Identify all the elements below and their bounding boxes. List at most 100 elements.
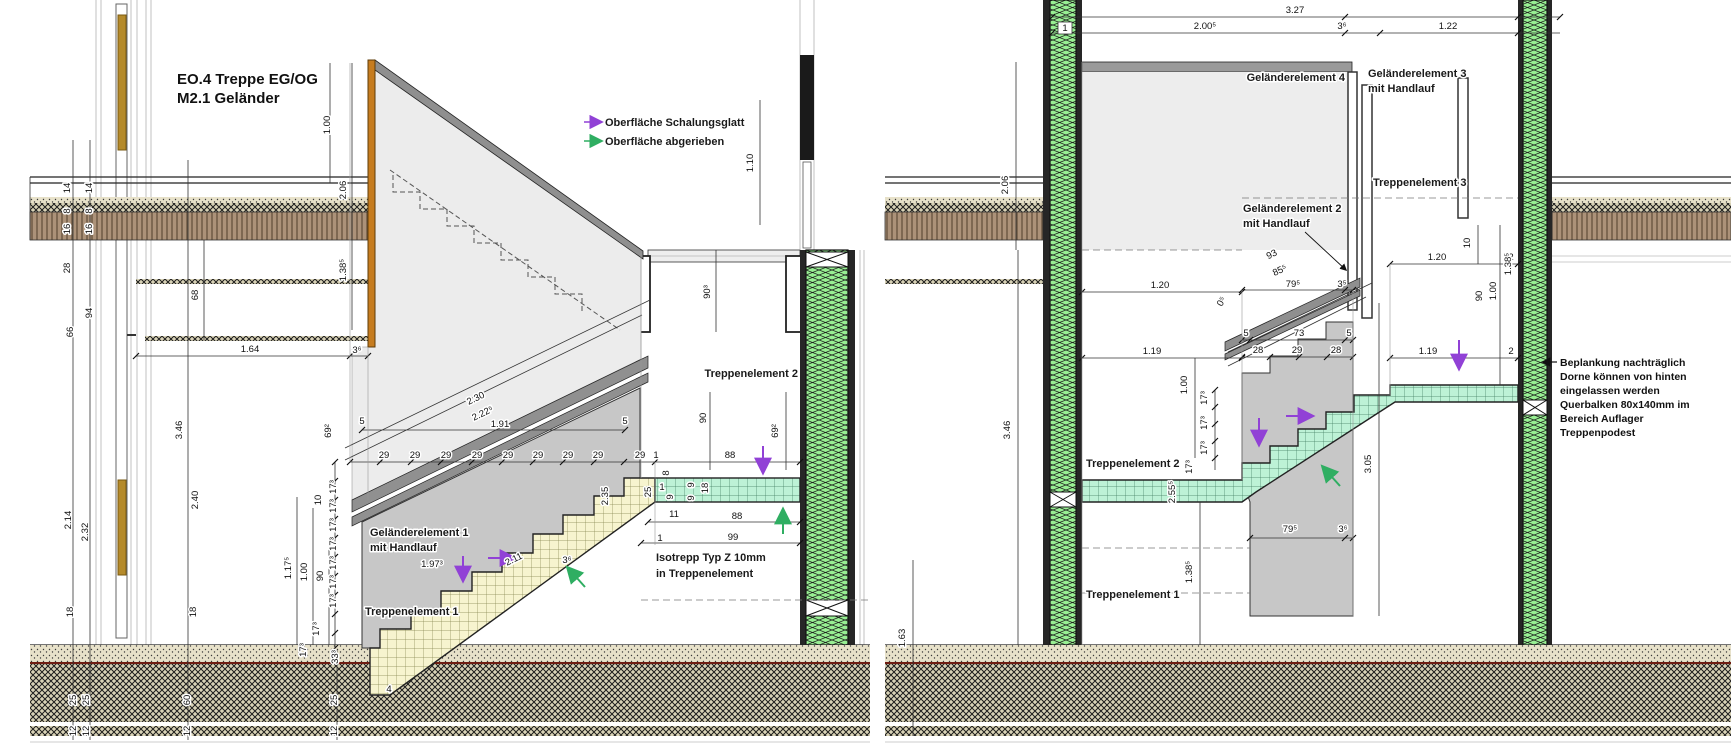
dim-label: 16 xyxy=(62,224,73,235)
dim-label: 3⁶ xyxy=(1338,524,1347,535)
dim-label: 2.14 xyxy=(63,511,74,530)
dim-label: 2.32 xyxy=(80,523,91,542)
dim-label: 1.91 xyxy=(491,419,510,430)
dim-label: 25 xyxy=(68,695,79,706)
dim-label: 1.19 xyxy=(1419,346,1438,357)
dim-label: 2.00⁵ xyxy=(1194,21,1216,32)
dim-label: 17³ xyxy=(1199,441,1210,455)
dim-label: 8 xyxy=(84,208,95,213)
right-section-view: Geländerelement 4 Geländerelement 3 mit … xyxy=(885,0,1731,742)
label-gelaenderelement1: Geländerelement 1 xyxy=(370,527,468,539)
dim-label: 8 xyxy=(661,470,672,475)
dim-label: 9 xyxy=(686,495,697,500)
drawing-title-line1: EO.4 Treppe EG/OG xyxy=(177,71,318,88)
dim-label: 5 xyxy=(622,416,627,427)
label-treppenelement3: Treppenelement 3 xyxy=(1373,177,1467,189)
dim-label: 5 xyxy=(1346,328,1351,339)
dim-label: 9 xyxy=(686,482,697,487)
label-gelaenderelement2: Geländerelement 2 xyxy=(1243,203,1341,215)
dim-label: 29 xyxy=(635,450,646,461)
dim-label: 14 xyxy=(62,183,73,194)
legend-rubbed-label: Oberfläche abgerieben xyxy=(605,136,724,148)
dim-label: 79⁵ xyxy=(1286,279,1301,290)
label-treppenelement2: Treppenelement 2 xyxy=(704,368,798,380)
dim-label: 1.00 xyxy=(1488,282,1499,301)
surface-rubbed-arrow xyxy=(568,568,585,587)
dim-label: 2.06 xyxy=(1000,176,1011,195)
dim-label: 11 xyxy=(669,509,679,520)
dim-label: 29 xyxy=(503,450,514,461)
dim-label: 17³ xyxy=(1184,460,1195,474)
dim-label: 25 xyxy=(329,695,340,706)
left-exterior-wall xyxy=(96,0,151,645)
annotation-line: Treppenpodest xyxy=(1560,427,1636,439)
dim-label: 68 xyxy=(190,290,201,301)
dim-label: 29 xyxy=(533,450,544,461)
dim-label: 90³ xyxy=(702,285,713,299)
dim-label: 90 xyxy=(698,413,709,424)
dim-label: 69² xyxy=(770,424,781,438)
gelaender-panel-area xyxy=(1082,72,1350,250)
anchor-block xyxy=(1050,492,1076,507)
dim-label: 90 xyxy=(1474,291,1485,302)
dim-label: 99 xyxy=(728,532,739,543)
dim-label: 12 xyxy=(182,726,193,737)
dim-label: 69² xyxy=(323,424,334,438)
dim-label: 79⁵ xyxy=(1283,524,1298,535)
dim-label: 73 xyxy=(1294,328,1305,339)
upper-floor-slab-left xyxy=(30,177,368,341)
cad-drawing-page: EO.4 Treppe EG/OG M2.1 Geländer Oberfläc… xyxy=(0,0,1731,752)
insulation-wall-left xyxy=(1043,0,1082,645)
dim-label: 1.22 xyxy=(1439,21,1458,32)
dim-label: 17³ xyxy=(328,537,339,551)
label-treppenelement1: Treppenelement 1 xyxy=(365,606,459,618)
dim-label: 28 xyxy=(62,263,73,274)
anchor-block xyxy=(806,252,848,267)
dim-label: 12 xyxy=(329,726,340,737)
dim-label: 29 xyxy=(593,450,604,461)
dim-label: 1.63 xyxy=(897,629,908,648)
railing-element-vertical xyxy=(1362,85,1372,318)
ceiling-slab xyxy=(1082,62,1352,72)
dim-label: 17³ xyxy=(328,594,339,608)
dim-label: 12 xyxy=(68,726,79,737)
dim-label: 33³ xyxy=(330,650,341,664)
dim-label: 29 xyxy=(379,450,390,461)
dim-label: 28 xyxy=(1331,345,1342,356)
annotation-note: Beplankung nachträglich Dorne können von… xyxy=(1560,357,1690,439)
dim-label: 10 xyxy=(1462,238,1473,249)
dim-label: 18 xyxy=(700,483,711,494)
dim-label: 2.35 xyxy=(600,487,611,506)
label-gelaenderelement1-handlauf: mit Handlauf xyxy=(370,542,437,554)
wood-post xyxy=(118,15,126,150)
stair-section-drawing: EO.4 Treppe EG/OG M2.1 Geländer Oberfläc… xyxy=(0,0,1731,752)
dim-label: 5 xyxy=(1243,328,1248,339)
label-gelaenderelement3-handlauf: mit Handlauf xyxy=(1368,83,1435,95)
dim-label: 1.17⁵ xyxy=(283,557,294,579)
dim-label: 1.00 xyxy=(1179,376,1190,395)
insulation-wall-right xyxy=(800,250,864,645)
annotation-line: eingelassen werden xyxy=(1560,385,1660,397)
dim-label: 1.38⁵ xyxy=(1503,253,1514,275)
dim-label: 1.20 xyxy=(1428,252,1447,263)
dim-label: 1 xyxy=(657,533,662,544)
dim-label: 88 xyxy=(725,450,736,461)
dim-label: 1 xyxy=(653,450,658,461)
dim-label: 17³ xyxy=(1199,391,1210,405)
insulation-wall-right xyxy=(1518,0,1552,645)
dim-label: 18 xyxy=(65,607,76,618)
dim-label: 1 xyxy=(1062,23,1067,34)
dim-label: 66 xyxy=(65,327,76,338)
dim-label: 10 xyxy=(313,495,324,506)
railing-post-orange xyxy=(368,60,375,347)
dim-label: 17³ xyxy=(298,643,309,657)
dim-label: 12 xyxy=(81,726,92,737)
dim-label: 3.46 xyxy=(1002,421,1013,440)
label-treppenelement1: Treppenelement 1 xyxy=(1086,589,1180,601)
dim-label: 17³ xyxy=(328,518,339,532)
dim-label: 1 xyxy=(659,482,664,493)
dim-label: 1.38⁵ xyxy=(338,259,349,281)
annotation-line: Dorne können von hinten xyxy=(1560,371,1687,383)
upper-floor-slab-outer-left xyxy=(885,177,1043,284)
label-gelaenderelement3: Geländerelement 3 xyxy=(1368,68,1466,80)
